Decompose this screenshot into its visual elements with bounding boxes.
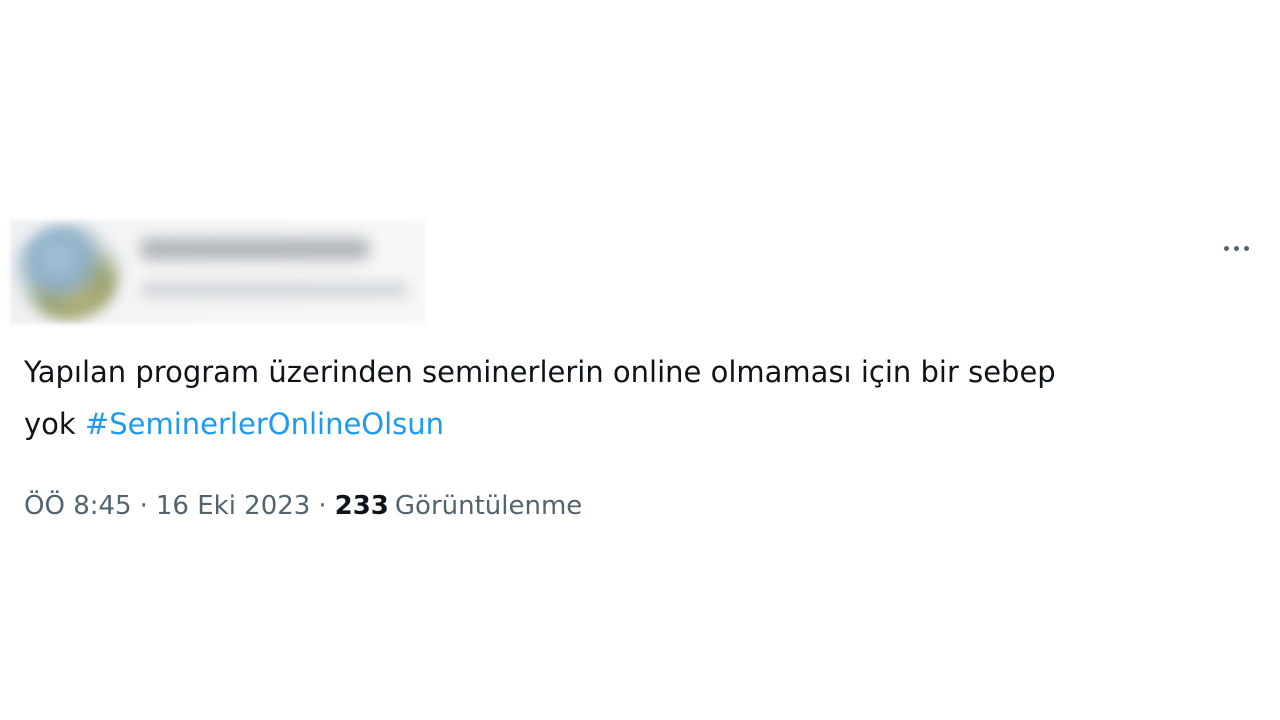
author-name-blurred[interactable] [140, 238, 370, 260]
more-dot [1243, 245, 1249, 251]
tweet-time[interactable]: ÖÖ 8:45 [24, 491, 132, 521]
avatar[interactable] [16, 224, 120, 320]
page: Yapılan program üzerinden seminerlerin o… [0, 0, 1280, 720]
separator: · [139, 491, 148, 521]
views-label[interactable]: Görüntülenme [395, 491, 582, 521]
author-handle-blurred[interactable] [140, 282, 410, 298]
more-horizontal-icon [1223, 245, 1229, 251]
tweet-text: Yapılan program üzerinden seminerlerin o… [24, 346, 1244, 450]
author-header[interactable] [10, 220, 426, 324]
tweet-card: Yapılan program üzerinden seminerlerin o… [0, 0, 1280, 720]
views-count[interactable]: 233 [335, 491, 389, 521]
tweet-meta: ÖÖ 8:45 · 16 Eki 2023 · 233 Görüntülenme [24, 486, 582, 526]
separator: · [318, 491, 327, 521]
hashtag-link[interactable]: #SeminerlerOnlineOlsun [85, 407, 444, 441]
tweet-text-line1: Yapılan program üzerinden seminerlerin o… [24, 355, 1056, 389]
more-options-button[interactable] [1214, 232, 1258, 264]
tweet-text-line2: yok #SeminerlerOnlineOlsun [24, 398, 1244, 450]
more-dot [1233, 245, 1239, 251]
tweet-date[interactable]: 16 Eki 2023 [156, 491, 311, 521]
tweet-text-suffix: yok [24, 407, 85, 441]
